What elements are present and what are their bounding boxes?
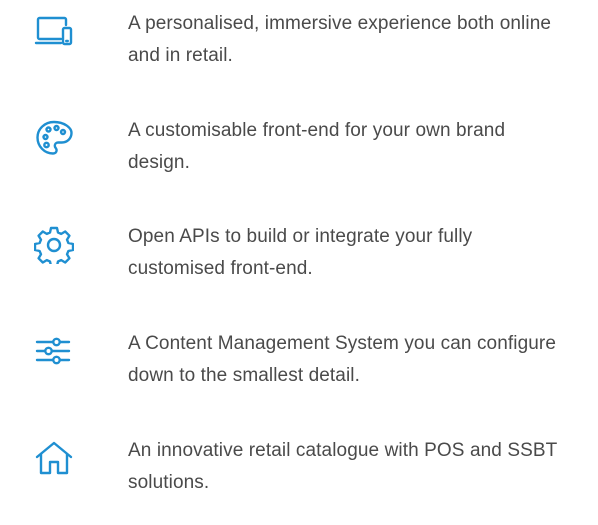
devices-icon	[34, 11, 74, 51]
feature-text: Open APIs to build or integrate your ful…	[128, 226, 473, 279]
feature-text: A Content Management System you can conf…	[128, 333, 557, 386]
feature-item-palette: A customisable front-end for your own br…	[0, 115, 598, 185]
feature-text: An innovative retail catalogue with POS …	[128, 440, 558, 493]
feature-text: A personalised, immersive experience bot…	[128, 13, 552, 66]
sliders-icon	[34, 331, 74, 371]
gear-icon	[34, 224, 74, 264]
home-icon	[34, 438, 74, 478]
feature-item-sliders: A Content Management System you can conf…	[0, 328, 598, 398]
palette-icon	[34, 118, 74, 158]
feature-list: A personalised, immersive experience bot…	[0, 0, 598, 525]
feature-item-home: An innovative retail catalogue with POS …	[0, 435, 598, 505]
feature-item-devices: A personalised, immersive experience bot…	[0, 8, 598, 78]
feature-text: A customisable front-end for your own br…	[128, 120, 506, 173]
feature-item-gear: Open APIs to build or integrate your ful…	[0, 221, 598, 291]
